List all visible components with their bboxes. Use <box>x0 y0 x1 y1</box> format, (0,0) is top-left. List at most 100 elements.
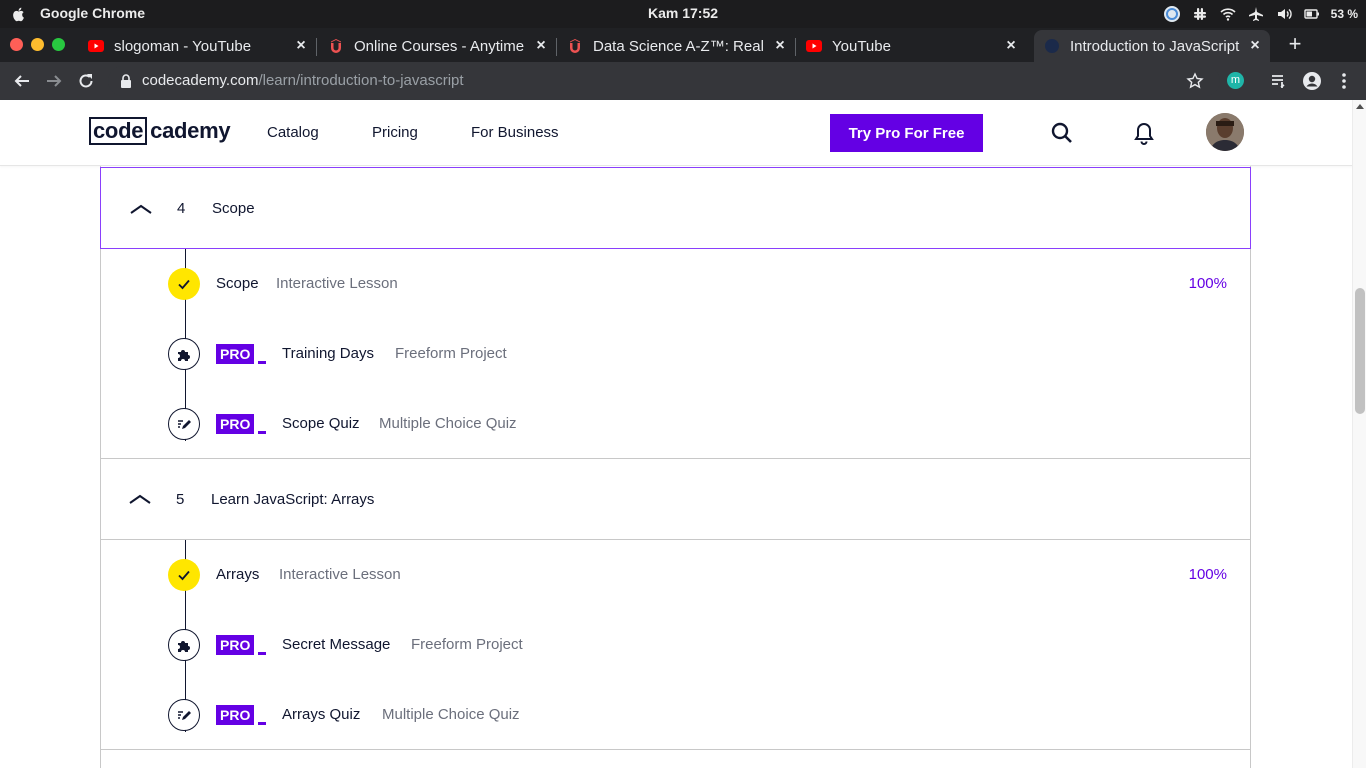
item-name[interactable]: Scope <box>216 275 259 292</box>
browser-tab[interactable]: Data Science A-Z™: Real × <box>567 30 789 62</box>
pro-badge-cursor <box>258 652 267 655</box>
tab-separator <box>556 38 557 56</box>
item-type: Multiple Choice Quiz <box>382 706 520 723</box>
item-type: Freeform Project <box>411 636 523 653</box>
tab-separator <box>795 38 796 56</box>
notification-bell-icon[interactable] <box>1131 120 1157 146</box>
os-menu-bar: Google Chrome Kam 17:52 53 % <box>0 0 1366 28</box>
checkmark-icon <box>168 559 200 591</box>
logo-academy: cademy <box>150 118 231 143</box>
scrollbar-thumb[interactable] <box>1355 288 1365 414</box>
sync-icon[interactable] <box>1163 5 1181 23</box>
chrome-menu-icon[interactable] <box>1333 70 1355 92</box>
slack-icon[interactable] <box>1191 5 1209 23</box>
item-type: Freeform Project <box>395 345 507 362</box>
tab-close-icon[interactable]: × <box>292 37 310 55</box>
pro-badge-label: PRO <box>216 414 255 434</box>
codecademy-icon <box>1044 38 1060 54</box>
item-name[interactable]: Arrays <box>216 566 259 583</box>
browser-tab[interactable]: YouTube × <box>806 30 1028 62</box>
syllabus-item[interactable]: Scope Interactive Lesson 100% <box>100 264 1251 304</box>
airplane-mode-icon[interactable] <box>1247 5 1265 23</box>
udemy-icon <box>328 38 344 54</box>
browser-tab-strip: slogoman - YouTube × Online Courses - An… <box>0 28 1366 62</box>
page-scrollbar[interactable] <box>1352 100 1366 768</box>
url-path: /learn/introduction-to-javascript <box>258 72 464 89</box>
search-icon[interactable] <box>1049 120 1075 146</box>
item-type: Interactive Lesson <box>276 275 398 292</box>
try-pro-button[interactable]: Try Pro For Free <box>830 114 983 152</box>
tab-title: slogoman - YouTube <box>114 37 252 55</box>
module-header[interactable]: 4 Scope <box>100 167 1251 249</box>
syllabus-item[interactable]: PRO Training Days Freeform Project <box>100 334 1251 374</box>
puzzle-icon <box>168 338 200 370</box>
browser-tab[interactable]: Online Courses - Anytime × <box>328 30 550 62</box>
system-clock[interactable]: Kam 17:52 <box>0 5 1366 21</box>
reading-list-icon[interactable] <box>1268 70 1290 92</box>
item-type: Interactive Lesson <box>279 566 401 583</box>
codecademy-header: code cademy Catalog Pricing For Business … <box>0 100 1366 166</box>
quiz-pencil-icon <box>168 699 200 731</box>
item-name[interactable]: Training Days <box>282 345 374 362</box>
battery-percentage[interactable]: 53 % <box>1331 7 1358 21</box>
tab-close-icon[interactable]: × <box>771 37 789 55</box>
back-arrow-icon[interactable] <box>11 70 33 92</box>
lock-icon[interactable] <box>120 74 132 92</box>
forward-arrow-icon[interactable] <box>43 70 65 92</box>
url-text[interactable]: codecademy.com/learn/introduction-to-jav… <box>142 72 464 89</box>
pro-badge: PRO <box>216 414 267 434</box>
battery-icon[interactable] <box>1303 5 1321 23</box>
tab-title: Introduction to JavaScript <box>1070 37 1240 55</box>
bookmark-star-icon[interactable] <box>1184 70 1206 92</box>
pro-badge: PRO <box>216 705 267 725</box>
wifi-icon[interactable] <box>1219 5 1237 23</box>
pro-badge: PRO <box>216 344 267 364</box>
syllabus-item[interactable]: PRO Scope Quiz Multiple Choice Quiz <box>100 404 1251 444</box>
syllabus-content: 4 Scope Scope Interactive Lesson 100% PR… <box>0 166 1352 768</box>
youtube-icon <box>806 38 822 54</box>
udemy-icon <box>567 38 583 54</box>
nav-pricing[interactable]: Pricing <box>372 124 418 141</box>
pro-badge-cursor <box>258 361 267 364</box>
user-avatar[interactable] <box>1206 113 1244 151</box>
window-zoom-button[interactable] <box>52 38 65 51</box>
new-tab-button[interactable]: + <box>1284 33 1306 55</box>
tab-close-icon[interactable]: × <box>1002 37 1020 55</box>
pro-badge-cursor <box>258 431 267 434</box>
profile-icon[interactable] <box>1301 70 1323 92</box>
browser-toolbar: codecademy.com/learn/introduction-to-jav… <box>0 62 1366 100</box>
item-type: Multiple Choice Quiz <box>379 415 517 432</box>
checkmark-icon <box>168 268 200 300</box>
item-name[interactable]: Scope Quiz <box>282 415 360 432</box>
window-minimize-button[interactable] <box>31 38 44 51</box>
chevron-up-icon[interactable] <box>128 491 152 507</box>
item-progress: 100% <box>1188 275 1227 292</box>
syllabus-item[interactable]: PRO Secret Message Freeform Project <box>100 625 1251 665</box>
window-close-button[interactable] <box>10 38 23 51</box>
puzzle-icon <box>168 629 200 661</box>
quiz-pencil-icon <box>168 408 200 440</box>
extension-m-icon[interactable]: m <box>1227 72 1244 89</box>
tab-close-icon[interactable]: × <box>1246 37 1264 55</box>
tab-title: Online Courses - Anytime <box>354 37 525 55</box>
chevron-up-icon[interactable] <box>129 201 153 217</box>
tab-close-icon[interactable]: × <box>532 37 550 55</box>
browser-tab[interactable]: slogoman - YouTube × <box>88 30 310 62</box>
item-name[interactable]: Secret Message <box>282 636 390 653</box>
syllabus-item[interactable]: Arrays Interactive Lesson 100% <box>100 555 1251 595</box>
nav-for-business[interactable]: For Business <box>471 124 559 141</box>
syllabus-item[interactable]: PRO Arrays Quiz Multiple Choice Quiz <box>100 695 1251 735</box>
module-title: Learn JavaScript: Arrays <box>211 490 375 508</box>
nav-catalog[interactable]: Catalog <box>267 124 319 141</box>
logo-code: code <box>89 117 148 145</box>
module-header[interactable]: 5 Learn JavaScript: Arrays <box>100 458 1251 540</box>
scroll-up-arrow-icon[interactable] <box>1356 104 1364 109</box>
url-host: codecademy.com <box>142 72 259 89</box>
item-name[interactable]: Arrays Quiz <box>282 706 360 723</box>
item-progress: 100% <box>1188 566 1227 583</box>
volume-icon[interactable] <box>1275 5 1293 23</box>
reload-icon[interactable] <box>75 70 97 92</box>
address-bar[interactable]: codecademy.com/learn/introduction-to-jav… <box>108 66 1220 96</box>
codecademy-logo[interactable]: code cademy <box>89 117 231 145</box>
browser-tab-active[interactable]: Introduction to JavaScript × <box>1034 30 1270 62</box>
